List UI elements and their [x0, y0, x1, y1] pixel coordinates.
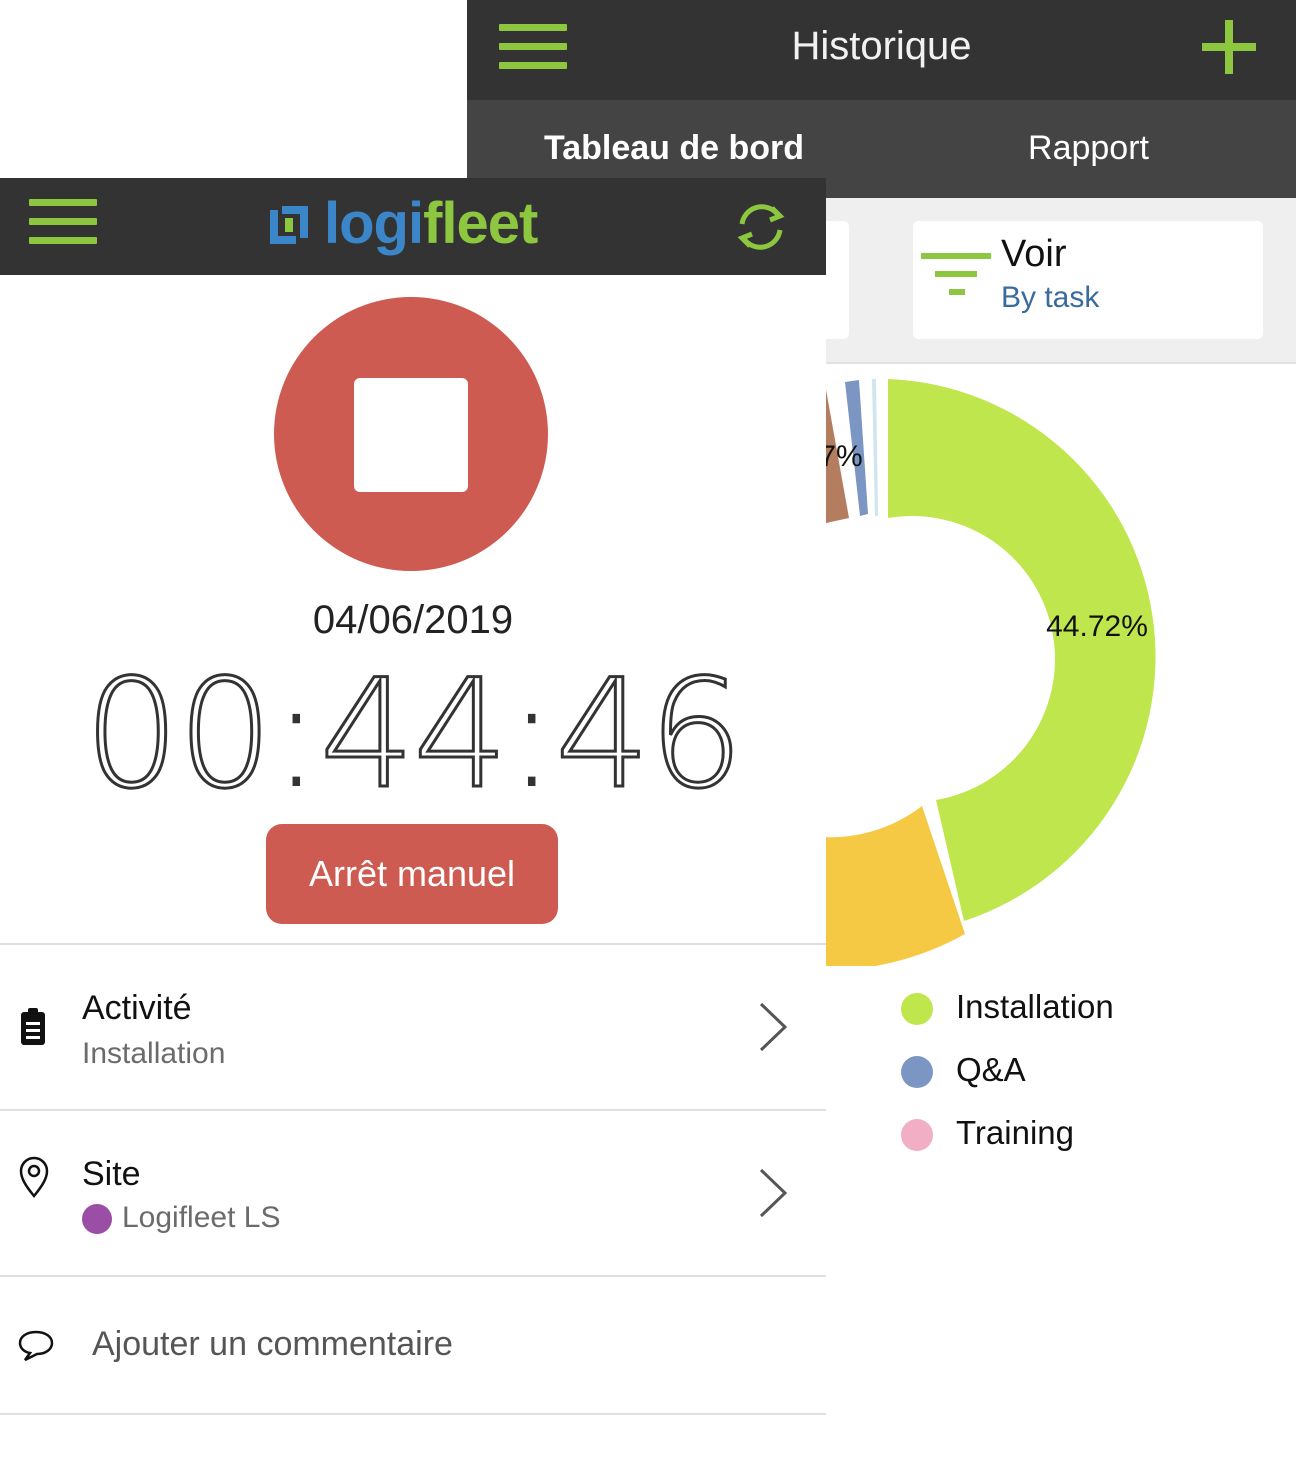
- comment-row[interactable]: Ajouter un commentaire: [0, 1275, 826, 1415]
- site-title: Site: [82, 1155, 141, 1193]
- legend-dot: [901, 993, 933, 1025]
- clipboard-icon: [21, 1008, 45, 1045]
- screen-composite: Historique Tableau de bord Rapport Voir …: [0, 0, 1296, 1480]
- logo-mark-icon: [270, 206, 308, 244]
- logo-text-logi: logi: [324, 191, 424, 256]
- logo-text: logifleet: [324, 190, 538, 257]
- elapsed-time: 00:44:46: [0, 647, 826, 824]
- legend-item-qa[interactable]: Q&A: [901, 1047, 1281, 1097]
- view-label: Voir: [1001, 233, 1067, 275]
- legend-dot: [901, 1056, 933, 1088]
- timer-date: 04/06/2019: [312, 598, 514, 642]
- legend-item-training[interactable]: Training: [901, 1110, 1281, 1160]
- legend-label: Training: [956, 1114, 1074, 1151]
- legend-label: Installation: [956, 988, 1114, 1025]
- view-filter-card[interactable]: Voir By task: [913, 221, 1263, 339]
- filter-icon: [921, 253, 993, 305]
- timer-top-bar: logifleet: [0, 178, 826, 275]
- chevron-right-icon: [759, 1002, 788, 1052]
- slice-training[interactable]: [872, 379, 878, 516]
- legend-item-installation[interactable]: Installation: [901, 984, 1281, 1034]
- view-value: By task: [1001, 281, 1100, 314]
- comment-icon: [18, 1330, 54, 1362]
- time-separator: :: [271, 648, 322, 822]
- logo-text-fleet: fleet: [423, 191, 538, 256]
- logifleet-logo: logifleet: [266, 190, 566, 264]
- stop-button[interactable]: [274, 297, 548, 571]
- location-pin-icon: [19, 1156, 49, 1198]
- elapsed-minutes: 44: [318, 647, 510, 824]
- elapsed-hours: 00: [83, 647, 275, 824]
- installation-percent-label: 44.72%: [1046, 610, 1148, 643]
- time-separator: :: [506, 648, 557, 822]
- legend-dot: [901, 1119, 933, 1151]
- comment-placeholder[interactable]: Ajouter un commentaire: [92, 1325, 453, 1364]
- elapsed-seconds: 46: [553, 647, 745, 824]
- site-row[interactable]: Site Logifleet LS: [0, 1109, 826, 1275]
- activity-value: Installation: [82, 1037, 226, 1070]
- activity-title: Activité: [82, 989, 192, 1027]
- site-color-dot: [82, 1204, 112, 1234]
- legend-label: Q&A: [956, 1051, 1026, 1088]
- history-title: Historique: [791, 24, 972, 68]
- sync-icon[interactable]: [732, 198, 790, 256]
- manual-stop-button[interactable]: Arrêt manuel: [266, 824, 558, 924]
- activity-row[interactable]: Activité Installation: [0, 943, 826, 1109]
- stop-icon: [354, 378, 468, 492]
- timer-screen: logifleet 04/06/2019 00:44:46 Arrêt manu…: [0, 178, 826, 1480]
- tab-report[interactable]: Rapport: [881, 100, 1296, 198]
- site-value: Logifleet LS: [122, 1201, 281, 1234]
- history-top-bar: Historique: [467, 0, 1296, 100]
- add-icon[interactable]: [1202, 20, 1256, 74]
- menu-icon[interactable]: [29, 199, 97, 245]
- chevron-right-icon: [759, 1168, 788, 1218]
